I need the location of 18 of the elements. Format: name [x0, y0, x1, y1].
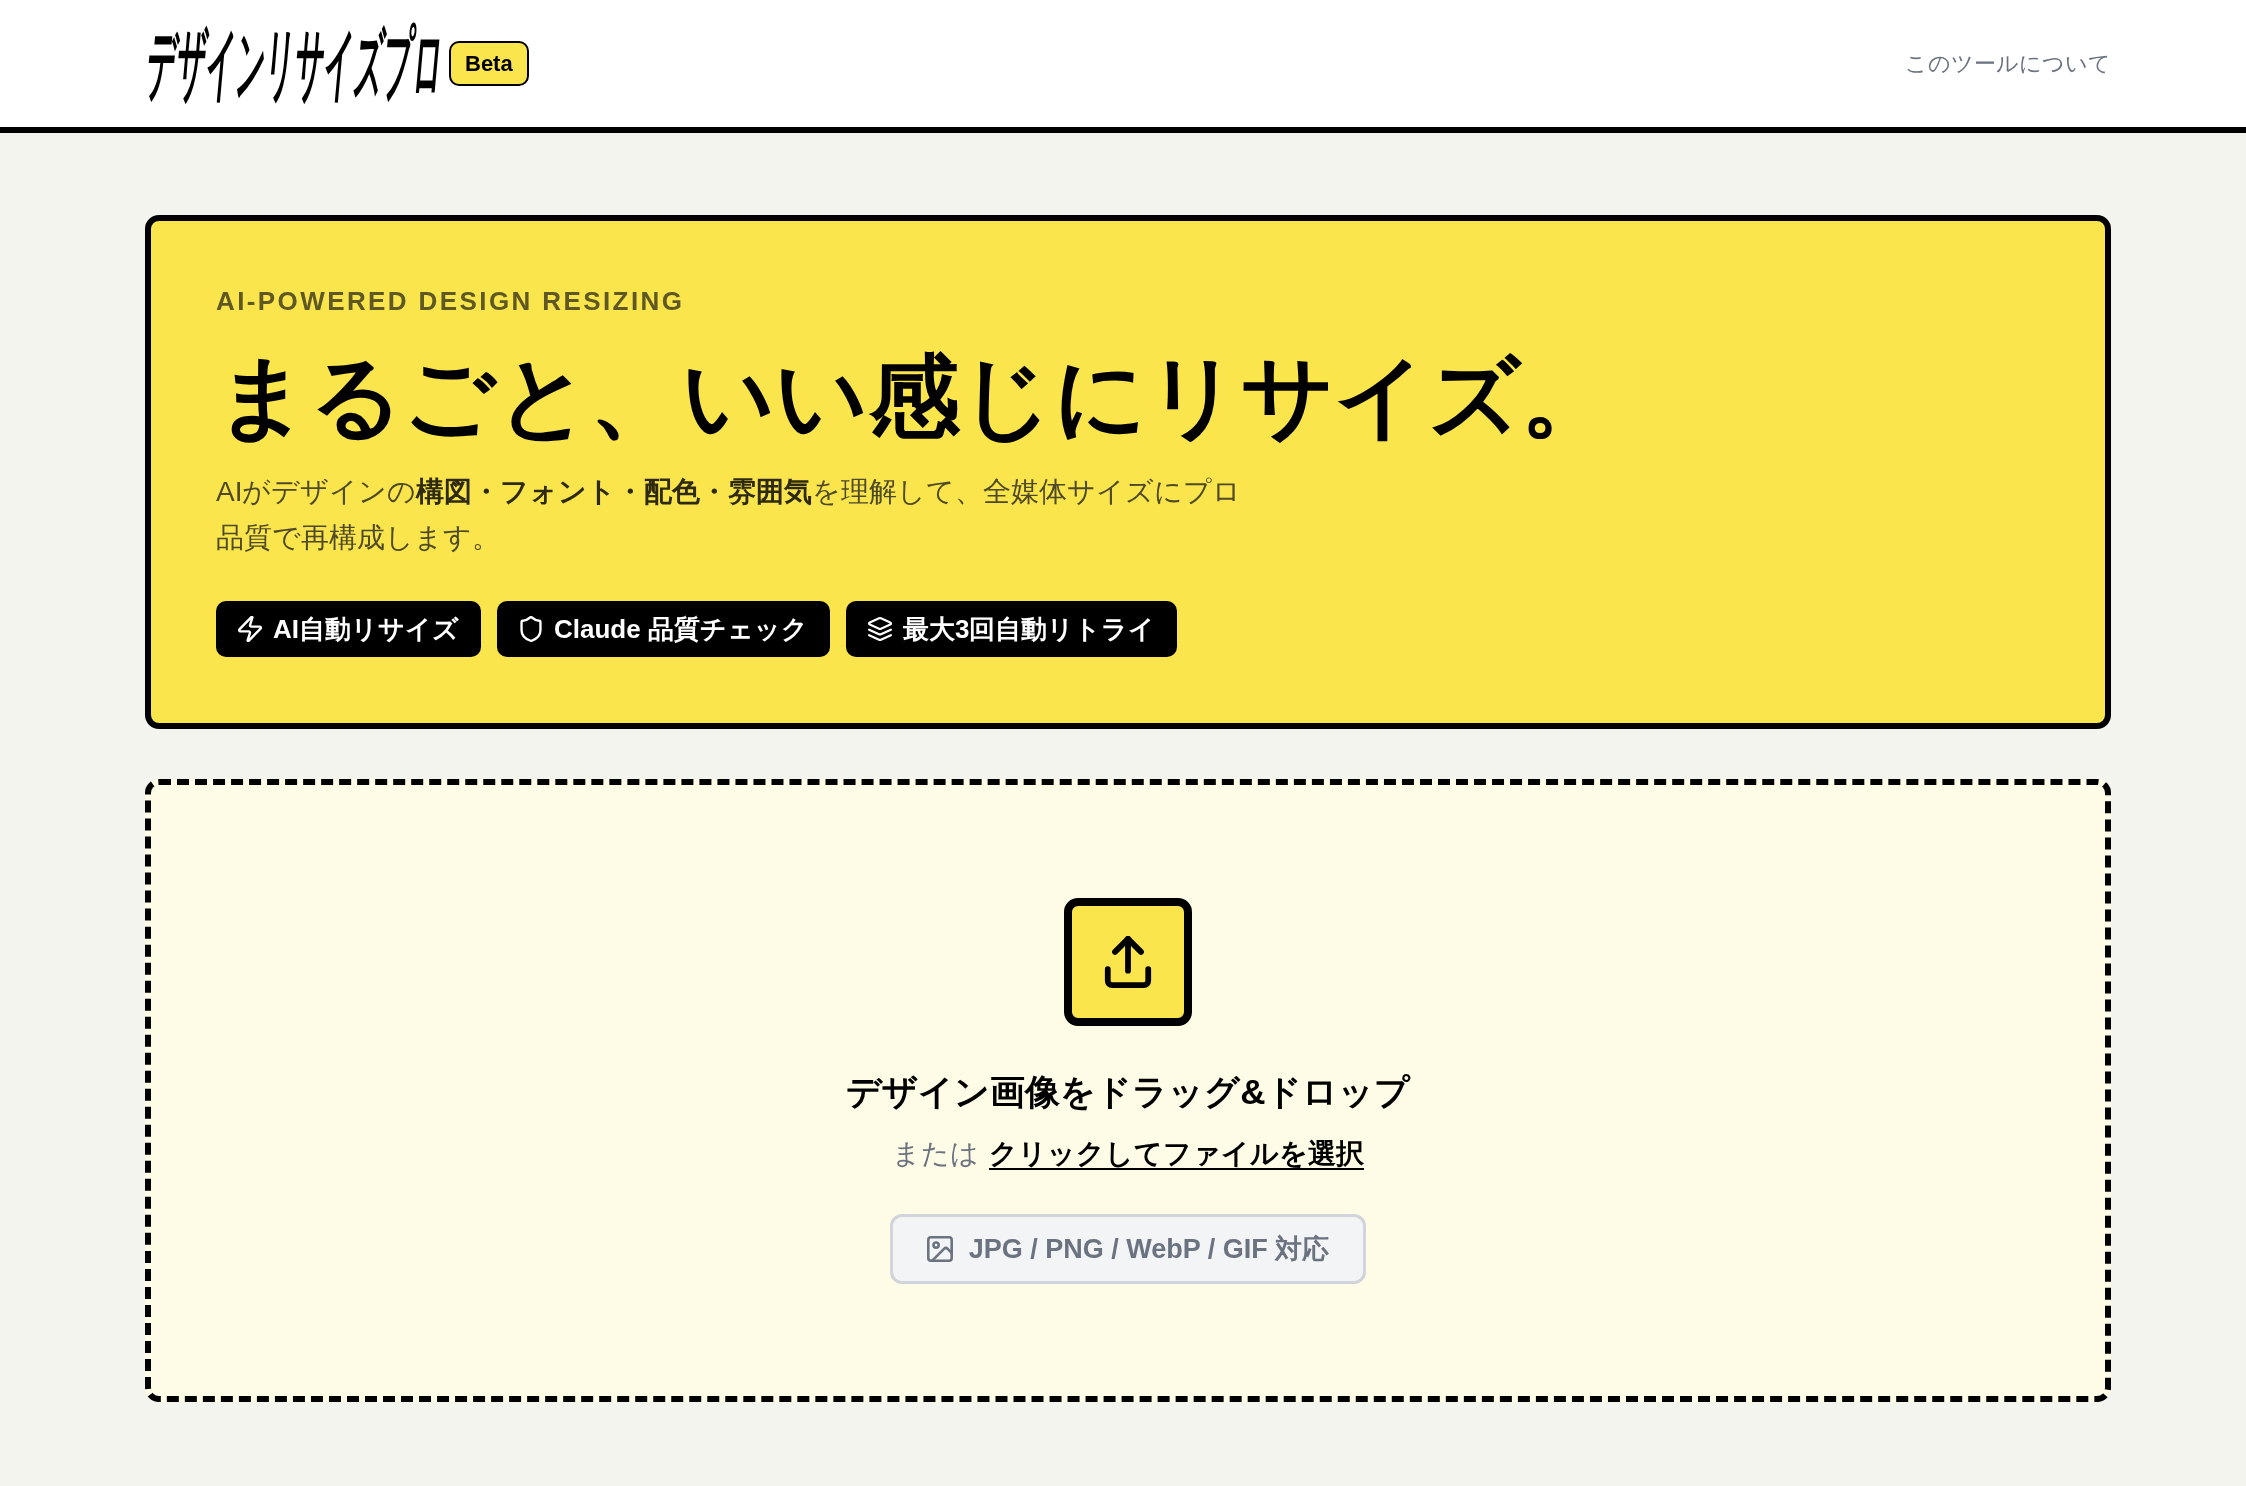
shield-icon — [519, 616, 543, 642]
alt-prefix: または — [892, 1137, 979, 1171]
feature-label: Claude 品質チェック — [554, 612, 808, 646]
lightning-icon — [238, 616, 262, 642]
hero-eyebrow: AI-POWERED DESIGN RESIZING — [216, 286, 686, 317]
layers-icon — [867, 616, 892, 642]
hero-title: まるごと、いい感じにリサイズ。 — [216, 345, 1614, 449]
image-icon — [926, 1236, 953, 1262]
about-link[interactable]: このツールについて — [1905, 48, 2111, 79]
upload-icon — [1064, 898, 1192, 1026]
beta-badge: Beta — [449, 41, 529, 86]
hero-description: AIがデザインの構図・フォント・配色・雰囲気を理解して、全媒体サイズにプロ品質で再構成します。 — [216, 475, 1243, 555]
feature-label: AI自動リサイズ — [273, 612, 459, 646]
drop-title: デザイン画像をドラッグ&ドロップ — [846, 1071, 1410, 1113]
feature-label: 最大3回自動リトライ — [902, 612, 1156, 646]
formats-text: JPG / PNG / WebP / GIF 対応 — [968, 1233, 1330, 1266]
drop-zone[interactable]: デザイン画像をドラッグ&ドロップ または クリックしてファイルを選択 JPG / PNG / WebP / GIF 対応 — [145, 779, 2111, 1402]
select-file-link[interactable]: クリックしてファイルを選択 — [989, 1134, 1364, 1173]
